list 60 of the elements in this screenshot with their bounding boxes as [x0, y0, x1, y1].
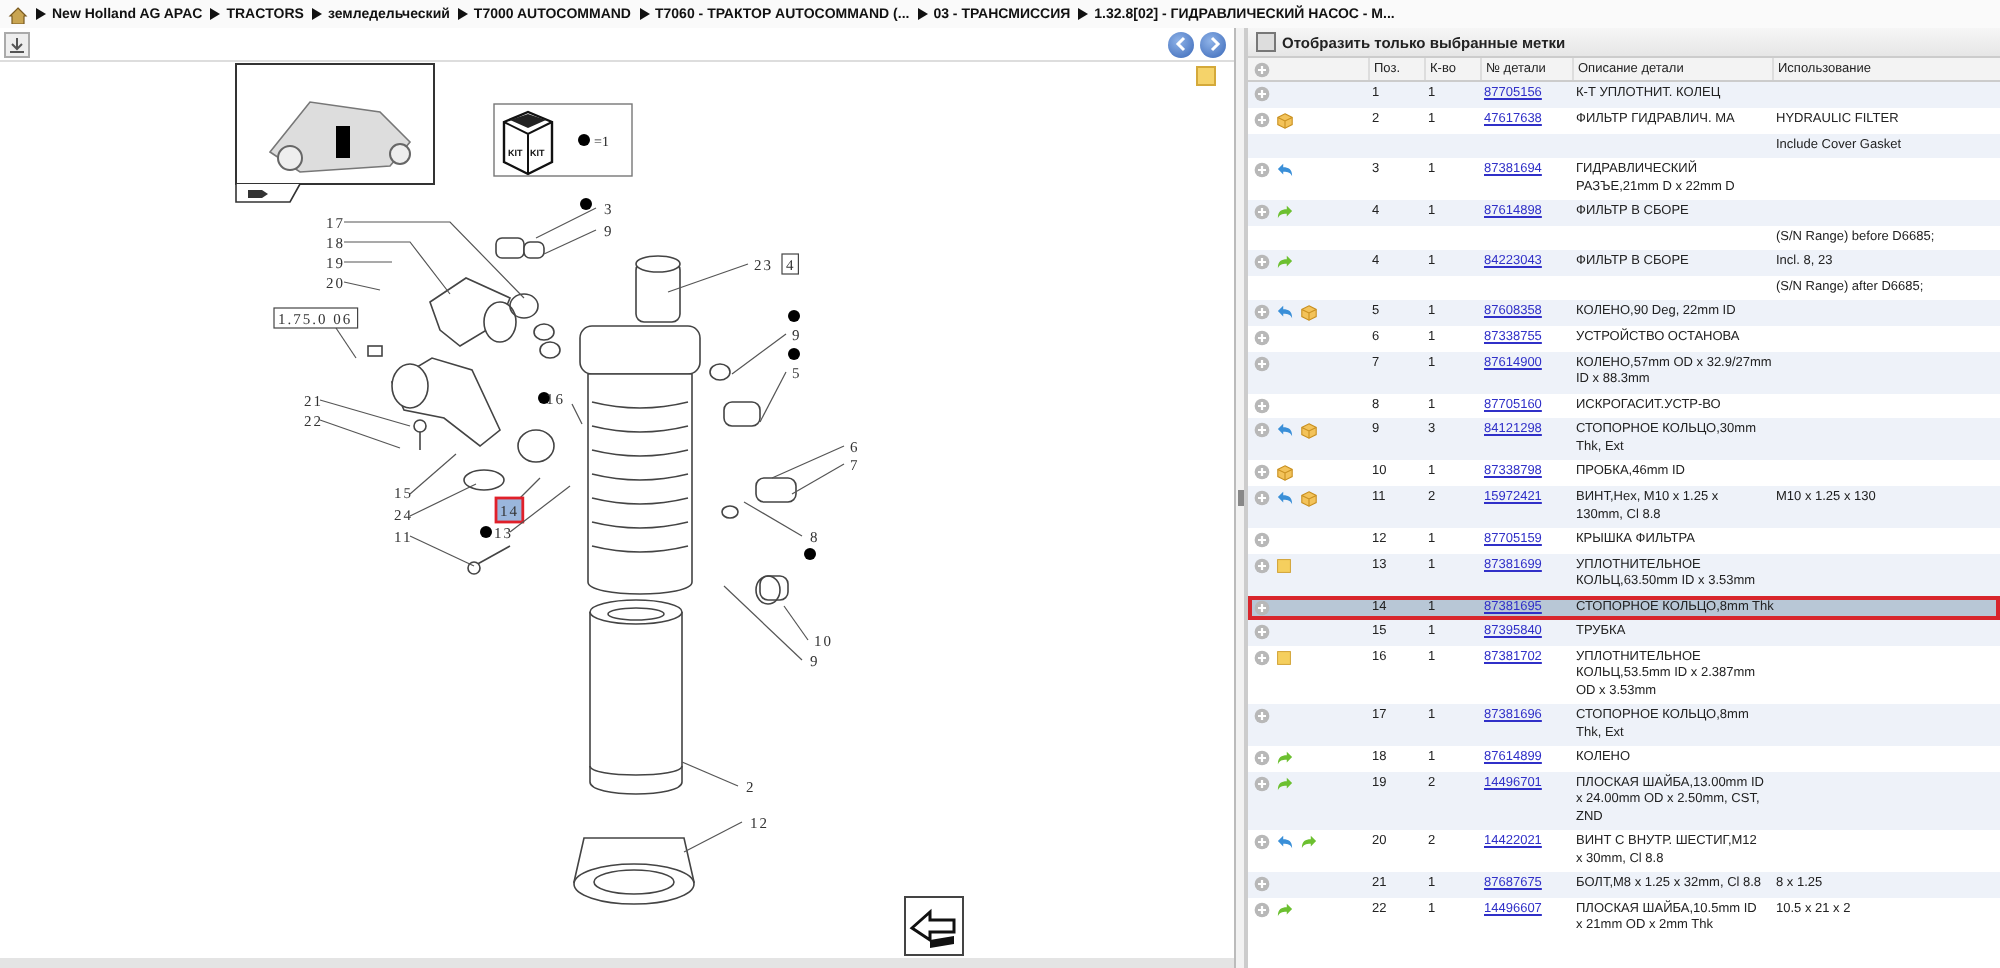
- kit-marker-icon: [578, 134, 590, 146]
- leader-line: [683, 821, 743, 853]
- o-ring-drawing: [539, 341, 561, 359]
- o-ring-drawing: [463, 469, 505, 491]
- o-ring-drawing: [721, 505, 739, 519]
- leader-line: [791, 463, 845, 495]
- breadcrumb-arrow-icon: [311, 8, 322, 20]
- note-icon[interactable]: [1196, 66, 1216, 86]
- leader-line: [409, 453, 457, 495]
- filter-head-drawing: [579, 255, 701, 375]
- o-ring-drawing: [709, 363, 731, 381]
- kit-marker-icon: [788, 310, 800, 322]
- leader-line: [681, 761, 739, 787]
- kit-box-drawing: [502, 110, 554, 176]
- bolt-drawing: [413, 419, 427, 451]
- leader-line: [319, 399, 411, 427]
- export-button[interactable]: [4, 31, 30, 57]
- kit-marker-icon: [804, 548, 816, 560]
- o-ring-drawing: [517, 429, 555, 463]
- previous-button[interactable]: [1168, 31, 1194, 57]
- lower-elbow-drawing: [391, 357, 501, 447]
- breadcrumb-arrow-icon: [36, 8, 46, 20]
- expand-icon[interactable]: [1254, 599, 1270, 615]
- fitting-drawing: [495, 237, 545, 259]
- leader-line: [543, 229, 597, 255]
- leader-line: [409, 483, 477, 517]
- leader-line: [319, 419, 401, 449]
- sensor-drawing: [367, 345, 383, 357]
- kit-marker-icon: [538, 392, 550, 404]
- reference-frame: [781, 253, 799, 275]
- reference-frame: [273, 307, 359, 329]
- breadcrumb-arrow-icon: [210, 8, 221, 20]
- fitting-drawing: [723, 401, 761, 427]
- leader-line: [335, 327, 357, 359]
- kit-marker-icon: [580, 198, 592, 210]
- plug-drawing: [755, 575, 789, 605]
- leader-line: [571, 403, 583, 425]
- o-ring-drawing: [533, 323, 555, 341]
- kit-marker-icon: [480, 526, 492, 538]
- upper-elbow-drawing: [429, 277, 517, 347]
- chevron-right-icon: [1205, 36, 1221, 52]
- o-ring-drawing: [509, 293, 539, 319]
- leader-line: [743, 501, 803, 537]
- download-icon: [8, 35, 26, 53]
- fitting-drawing: [755, 477, 797, 503]
- breadcrumb-arrow-icon: [639, 8, 649, 20]
- chevron-left-icon: [1173, 36, 1189, 52]
- leader-line: [667, 263, 749, 293]
- bolt-drawing: [467, 545, 511, 575]
- leader-line: [535, 207, 597, 239]
- next-button[interactable]: [1200, 31, 1226, 57]
- leader-line: [409, 535, 475, 567]
- thumbnail-tab-drawing: [235, 183, 301, 203]
- home-icon[interactable]: [8, 5, 28, 23]
- breadcrumb-arrow-icon: [457, 8, 468, 20]
- breadcrumb-arrow-icon: [917, 8, 928, 20]
- filter-cap-drawing: [573, 837, 695, 905]
- leader-line: [771, 445, 845, 479]
- breadcrumb-arrow-icon: [1078, 8, 1089, 20]
- kit-marker-icon: [788, 348, 800, 360]
